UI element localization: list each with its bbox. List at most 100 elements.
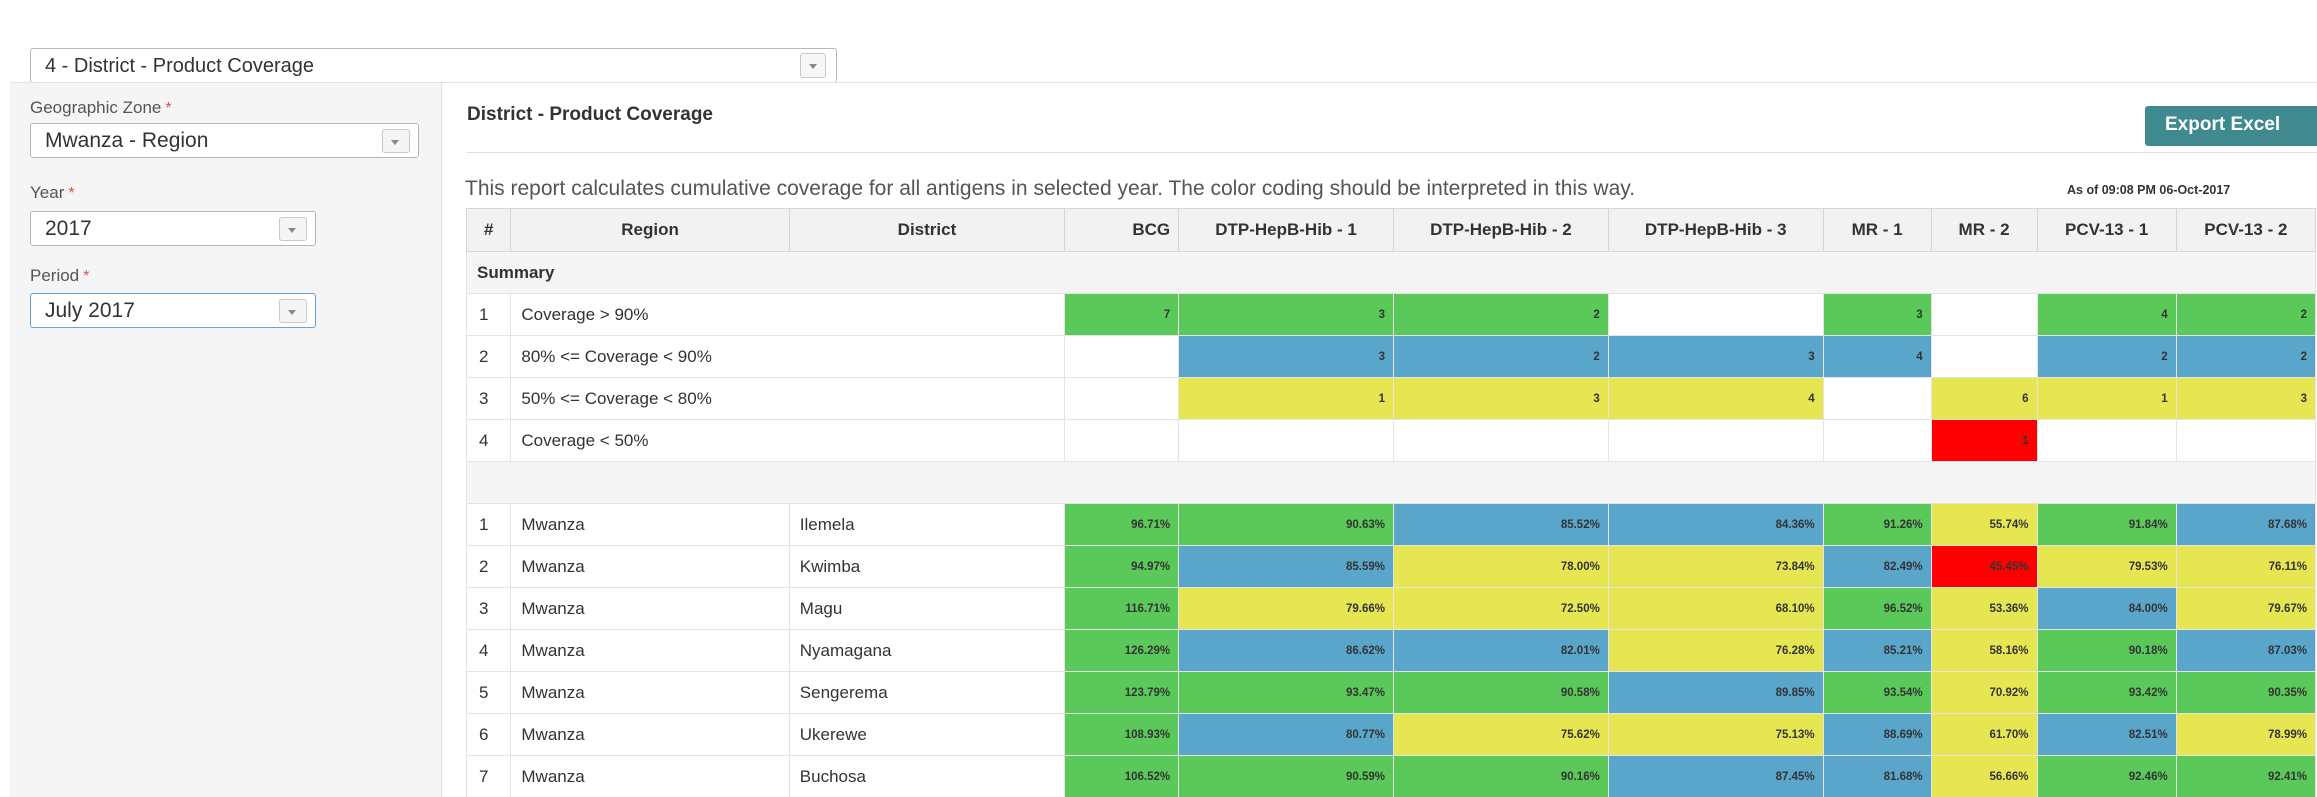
table-header-row: # Region District BCG DTP-HepB-Hib - 1 D… (466, 208, 2317, 252)
coverage-cell (1064, 335, 1180, 378)
col-header-pcv1[interactable]: PCV-13 - 1 (2036, 208, 2177, 252)
period-label: Period * (30, 266, 89, 286)
coverage-cell: 92.46% (2036, 755, 2177, 797)
col-header-mr2[interactable]: MR - 2 (1930, 208, 2038, 252)
coverage-cell: 2 (2175, 293, 2317, 336)
year-select[interactable]: 2017 (30, 211, 316, 246)
chevron-down-icon (288, 310, 296, 315)
coverage-cell: 90.16% (1392, 755, 1609, 797)
district-cell: Nyamagana (788, 629, 1066, 672)
coverage-cell: 2 (1392, 335, 1609, 378)
coverage-cell: 90.59% (1178, 755, 1394, 797)
summary-row: 1 Coverage > 90% 7 3 2 3 4 2 (466, 293, 2317, 336)
summary-row: 2 80% <= Coverage < 90% 3 2 3 4 2 2 (466, 335, 2317, 378)
region-cell: Mwanza (510, 713, 790, 756)
district-cell: Sengerema (788, 671, 1066, 714)
coverage-cell: 53.36% (1930, 587, 2038, 630)
col-header-mr1[interactable]: MR - 1 (1822, 208, 1932, 252)
coverage-cell: 1 (1178, 377, 1394, 420)
col-header-index[interactable]: # (466, 208, 512, 252)
row-index: 1 (466, 293, 512, 336)
coverage-cell: 70.92% (1930, 671, 2038, 714)
table-row[interactable]: 1 Mwanza Ilemela 96.71% 90.63% 85.52% 84.36% 91… (466, 503, 2317, 546)
coverage-table-container[interactable]: # Region District BCG DTP-HepB-Hib - 1 D… (466, 208, 2317, 797)
spacer-row (466, 461, 2316, 504)
col-header-district[interactable]: District (788, 208, 1066, 252)
row-index: 3 (466, 587, 512, 630)
coverage-cell: 56.66% (1930, 755, 2038, 797)
table-row[interactable]: 7 Mwanza Buchosa 106.52% 90.59% 90.16% 87.45% 8… (466, 755, 2317, 797)
coverage-cell: 78.99% (2175, 713, 2317, 756)
period-select[interactable]: July 2017 (30, 293, 316, 328)
coverage-cell: 45.45% (1930, 545, 2038, 588)
title-divider (467, 152, 2317, 153)
table-row[interactable]: 6 Mwanza Ukerewe 108.93% 80.77% 75.62% 75.13% 8… (466, 713, 2317, 756)
col-header-dtp1[interactable]: DTP-HepB-Hib - 1 (1178, 208, 1394, 252)
coverage-cell (1178, 419, 1394, 462)
region-cell: Mwanza (510, 587, 790, 630)
zone-label: Geographic Zone * (30, 98, 172, 118)
row-index: 4 (466, 629, 512, 672)
coverage-cell: 90.63% (1178, 503, 1394, 546)
zone-select[interactable]: Mwanza - Region (30, 123, 419, 158)
table-row[interactable]: 4 Mwanza Nyamagana 126.29% 86.62% 82.01% 76.28… (466, 629, 2317, 672)
col-header-bcg[interactable]: BCG (1064, 208, 1180, 252)
coverage-cell: 106.52% (1064, 755, 1180, 797)
col-header-pcv2[interactable]: PCV-13 - 2 (2175, 208, 2317, 252)
col-header-dtp2[interactable]: DTP-HepB-Hib - 2 (1392, 208, 1609, 252)
summary-range-label: Coverage > 90% (510, 293, 1066, 336)
coverage-cell: 93.54% (1822, 671, 1932, 714)
coverage-cell: 3 (1178, 293, 1394, 336)
report-select[interactable]: 4 - District - Product Coverage (30, 48, 837, 83)
region-cell: Mwanza (510, 545, 790, 588)
summary-row: 3 50% <= Coverage < 80% 1 3 4 6 1 3 (466, 377, 2317, 420)
coverage-cell: 3 (1607, 335, 1824, 378)
coverage-cell: 88.69% (1822, 713, 1932, 756)
district-cell: Kwimba (788, 545, 1066, 588)
coverage-cell: 123.79% (1064, 671, 1180, 714)
col-header-dtp3[interactable]: DTP-HepB-Hib - 3 (1607, 208, 1824, 252)
coverage-cell (1607, 419, 1824, 462)
table-row[interactable]: 2 Mwanza Kwimba 94.97% 85.59% 78.00% 73.84% 82.… (466, 545, 2317, 588)
coverage-cell: 6 (1930, 377, 2038, 420)
chevron-down-icon (391, 140, 399, 145)
row-index: 4 (466, 419, 512, 462)
district-cell: Ilemela (788, 503, 1066, 546)
table-row[interactable]: 5 Mwanza Sengerema 123.79% 93.47% 90.58% 89.85… (466, 671, 2317, 714)
period-dropdown-button[interactable] (279, 299, 307, 323)
coverage-cell: 2 (1392, 293, 1609, 336)
coverage-cell (1607, 293, 1824, 336)
row-index: 7 (466, 755, 512, 797)
report-select-dropdown-button[interactable] (800, 53, 826, 78)
coverage-cell (1064, 377, 1180, 420)
zone-dropdown-button[interactable] (382, 129, 410, 153)
table-row[interactable]: 3 Mwanza Magu 116.71% 79.66% 72.50% 68.10% 96.5… (466, 587, 2317, 630)
coverage-cell (1822, 419, 1932, 462)
coverage-cell: 1 (1930, 419, 2038, 462)
zone-select-value: Mwanza - Region (45, 129, 209, 152)
export-excel-button[interactable]: Export Excel (2145, 106, 2317, 146)
coverage-cell: 79.66% (1178, 587, 1394, 630)
row-index: 5 (466, 671, 512, 714)
year-label-text: Year (30, 183, 65, 202)
chevron-down-icon (288, 228, 296, 233)
coverage-cell: 96.52% (1822, 587, 1932, 630)
coverage-cell: 68.10% (1607, 587, 1824, 630)
coverage-cell (1392, 419, 1609, 462)
report-select-value: 4 - District - Product Coverage (45, 55, 314, 77)
coverage-cell: 3 (2175, 377, 2317, 420)
coverage-cell: 1 (2036, 377, 2177, 420)
spacer-cell (466, 461, 2316, 504)
coverage-cell (2036, 419, 2177, 462)
col-header-region[interactable]: Region (510, 208, 790, 252)
region-cell: Mwanza (510, 503, 790, 546)
coverage-cell: 61.70% (1930, 713, 2038, 756)
coverage-cell: 76.28% (1607, 629, 1824, 672)
coverage-cell: 75.13% (1607, 713, 1824, 756)
year-dropdown-button[interactable] (279, 217, 307, 241)
row-index: 6 (466, 713, 512, 756)
coverage-cell: 72.50% (1392, 587, 1609, 630)
district-cell: Magu (788, 587, 1066, 630)
coverage-cell: 84.36% (1607, 503, 1824, 546)
coverage-cell: 82.51% (2036, 713, 2177, 756)
